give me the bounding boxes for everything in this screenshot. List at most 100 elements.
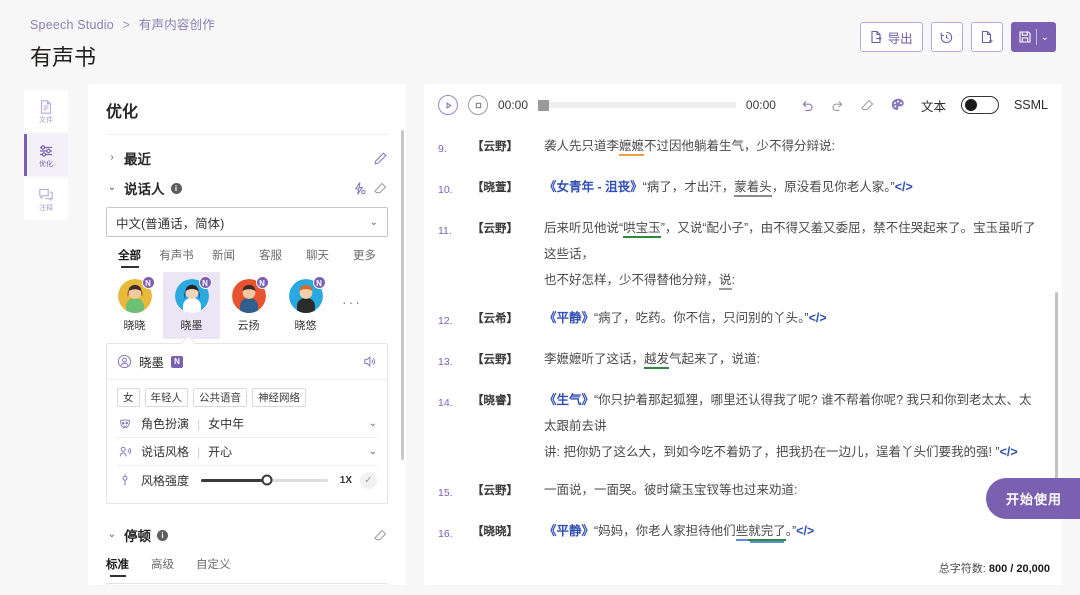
play-button[interactable]	[438, 95, 458, 115]
save-divider	[1035, 29, 1037, 45]
voice-item-yunyang[interactable]: N 云扬	[220, 272, 277, 339]
rail-item-file[interactable]: 文件	[24, 90, 68, 132]
script-line[interactable]: 9. 【云野】 袭人先只道李嬷嬷不过因他躺着生气，少不得分辩说:	[424, 127, 1062, 168]
script-line[interactable]: 13. 【云野】 李嬷嬷听了这话，越发气起来了，说道:	[424, 340, 1062, 381]
pause-chevron-icon[interactable]: ⌄	[106, 530, 118, 540]
line-speaker[interactable]: 【云希】	[472, 305, 544, 334]
speaker-info-icon[interactable]: i	[170, 182, 182, 194]
script-line[interactable]: 16. 【晓晓】 《平静》“妈妈，你老人家担待他们些就完了。”</>	[424, 512, 1062, 551]
chevron-down-icon[interactable]: ⌄	[369, 418, 377, 429]
progress-handle[interactable]	[538, 100, 550, 111]
line-text[interactable]: 后来听见他说“哄宝玉”，又说“配小子”，由不得又羞又委屈，禁不住哭起来了。宝玉虽…	[544, 215, 1042, 293]
voice-item-xiaomo[interactable]: N 晓墨	[163, 272, 220, 339]
chevron-down-icon[interactable]: ⌄	[369, 446, 377, 457]
line-speaker[interactable]: 【晓萱】	[472, 174, 544, 203]
editor-scrollbar[interactable]	[1055, 292, 1058, 492]
audio-progress-track[interactable]	[538, 100, 736, 111]
speaker-chevron-icon[interactable]: ⌄	[106, 183, 118, 193]
undo-icon[interactable]	[800, 98, 815, 113]
script-line[interactable]: 15. 【云野】 一面说，一面哭。彼时黛玉宝钗等也过来劝道:	[424, 471, 1062, 512]
voice-badge-neural: N	[312, 276, 326, 289]
pause-content-box[interactable]	[106, 583, 388, 585]
redo-icon[interactable]	[830, 98, 845, 113]
line-speaker[interactable]: 【晓睿】	[472, 387, 544, 465]
check-icon[interactable]: ✓	[360, 471, 377, 489]
script-line[interactable]: 10. 【晓萱】 《女青年 - 沮丧》“病了，才出汗，蒙着头，原没看见你老人家。…	[424, 168, 1062, 209]
line-text[interactable]: 《平静》“病了，吃药。你不信，只问别的丫头。”</>	[544, 305, 1042, 334]
tag-end[interactable]: </>	[796, 524, 814, 538]
palette-icon[interactable]	[890, 97, 906, 113]
page-header: Speech Studio > 有声内容创作 有声书 导出 ⌄	[0, 0, 1080, 72]
tab-more[interactable]: 更多	[341, 247, 388, 268]
save-caret[interactable]: ⌄	[1041, 32, 1049, 43]
style-intensity-slider[interactable]	[201, 474, 328, 486]
style-tag[interactable]: 《平静》	[544, 311, 594, 325]
role-play-row[interactable]: 角色扮演 | 女中年 ⌄	[117, 410, 377, 438]
rail-item-optimize[interactable]: 优化	[24, 134, 68, 176]
style-tag[interactable]: 《平静》	[544, 524, 594, 538]
panel-scrollbar[interactable]	[401, 130, 404, 460]
lightning-voice-icon[interactable]	[352, 181, 367, 196]
line-text[interactable]: 《平静》“妈妈，你老人家担待他们些就完了。”</>	[544, 518, 1042, 547]
ssml-toggle[interactable]	[960, 96, 999, 114]
voice-item-xiaoxiao[interactable]: N 晓晓	[106, 272, 163, 339]
tag-end[interactable]: </>	[809, 311, 827, 325]
highlight-green: 哄宝玉	[623, 221, 661, 238]
section-recent[interactable]: › 最近	[106, 143, 388, 173]
style-intensity-row[interactable]: 风格强度 1X ✓	[117, 466, 377, 494]
history-button[interactable]	[930, 22, 963, 52]
tab-all[interactable]: 全部	[106, 247, 153, 268]
save-button[interactable]: ⌄	[1010, 22, 1056, 52]
rail-item-comment[interactable]: 注释	[24, 178, 68, 220]
script-line[interactable]: 11. 【云野】 后来听见他说“哄宝玉”，又说“配小子”，由不得又羞又委屈，禁不…	[424, 209, 1062, 299]
line-speaker[interactable]: 【云野】	[472, 215, 544, 293]
start-using-button[interactable]: 开始使用	[985, 478, 1080, 519]
export-label: 导出	[887, 31, 913, 46]
tag-end[interactable]: </>	[1000, 445, 1018, 459]
voice-more-button[interactable]: ···	[334, 272, 362, 310]
line-text[interactable]: 《女青年 - 沮丧》“病了，才出汗，蒙着头，原没看见你老人家。”</>	[544, 174, 1042, 203]
pause-tab-advanced[interactable]: 高级	[151, 556, 174, 577]
pause-clear-icon[interactable]	[373, 528, 388, 543]
stop-button[interactable]	[468, 95, 488, 115]
pencil-icon[interactable]	[373, 151, 388, 166]
line-text[interactable]: 袭人先只道李嬷嬷不过因他躺着生气，少不得分辩说:	[544, 133, 1042, 162]
tab-audiobook[interactable]: 有声书	[153, 247, 200, 268]
language-select[interactable]: 中文(普通话，简体) ⌄	[106, 207, 388, 237]
tag-end[interactable]: </>	[895, 180, 913, 194]
breadcrumb-current[interactable]: 有声内容创作	[139, 18, 215, 32]
style-tag[interactable]: 《女青年 - 沮丧》	[544, 180, 643, 194]
line-text[interactable]: 一面说，一面哭。彼时黛玉宝钗等也过来劝道:	[544, 477, 1042, 506]
breadcrumb-root[interactable]: Speech Studio	[30, 18, 114, 32]
line-speaker[interactable]: 【云野】	[472, 133, 544, 162]
eraser-icon[interactable]	[860, 98, 875, 113]
line-number: 16.	[438, 528, 453, 540]
export-button[interactable]: 导出	[859, 22, 923, 52]
section-pause[interactable]: ⌄ 停顿 i	[106, 520, 388, 550]
new-file-button[interactable]	[970, 22, 1003, 52]
tab-service[interactable]: 客服	[247, 247, 294, 268]
tab-news[interactable]: 新闻	[200, 247, 247, 268]
slider-knob[interactable]	[261, 474, 273, 486]
line-text[interactable]: 《生气》“你只护着那起狐狸，哪里还认得我了呢? 谁不帮着你呢? 我只和你到老太太…	[544, 387, 1042, 465]
section-speaker[interactable]: ⌄ 说话人 i	[106, 173, 388, 203]
text-mode-label[interactable]: 文本	[921, 96, 946, 115]
script-lines[interactable]: 9. 【云野】 袭人先只道李嬷嬷不过因他躺着生气，少不得分辩说: 10. 【晓萱…	[424, 122, 1062, 551]
speaking-style-row[interactable]: 说话风格 | 开心 ⌄	[117, 438, 377, 466]
line-speaker[interactable]: 【晓晓】	[472, 518, 544, 547]
line-text[interactable]: 李嬷嬷听了这话，越发气起来了，说道:	[544, 346, 1042, 375]
line-speaker[interactable]: 【云野】	[472, 477, 544, 506]
line-speaker[interactable]: 【云野】	[472, 346, 544, 375]
script-line[interactable]: 14. 【晓睿】 《生气》“你只护着那起狐狸，哪里还认得我了呢? 谁不帮着你呢?…	[424, 381, 1062, 471]
pause-tab-custom[interactable]: 自定义	[196, 556, 231, 577]
style-tag[interactable]: 《生气》	[544, 393, 594, 407]
tab-chat[interactable]: 聊天	[294, 247, 341, 268]
pause-tab-standard[interactable]: 标准	[106, 556, 129, 577]
recent-chevron-icon[interactable]: ›	[106, 153, 118, 163]
pause-info-icon[interactable]: i	[157, 529, 168, 541]
voice-item-xiaoyou[interactable]: N 晓悠	[277, 272, 334, 339]
script-line[interactable]: 12. 【云希】 《平静》“病了，吃药。你不信，只问别的丫头。”</>	[424, 299, 1062, 340]
ssml-mode-label[interactable]: SSML	[1014, 98, 1048, 112]
speaker-icon[interactable]	[362, 354, 377, 369]
speaker-clear-icon[interactable]	[373, 181, 388, 196]
